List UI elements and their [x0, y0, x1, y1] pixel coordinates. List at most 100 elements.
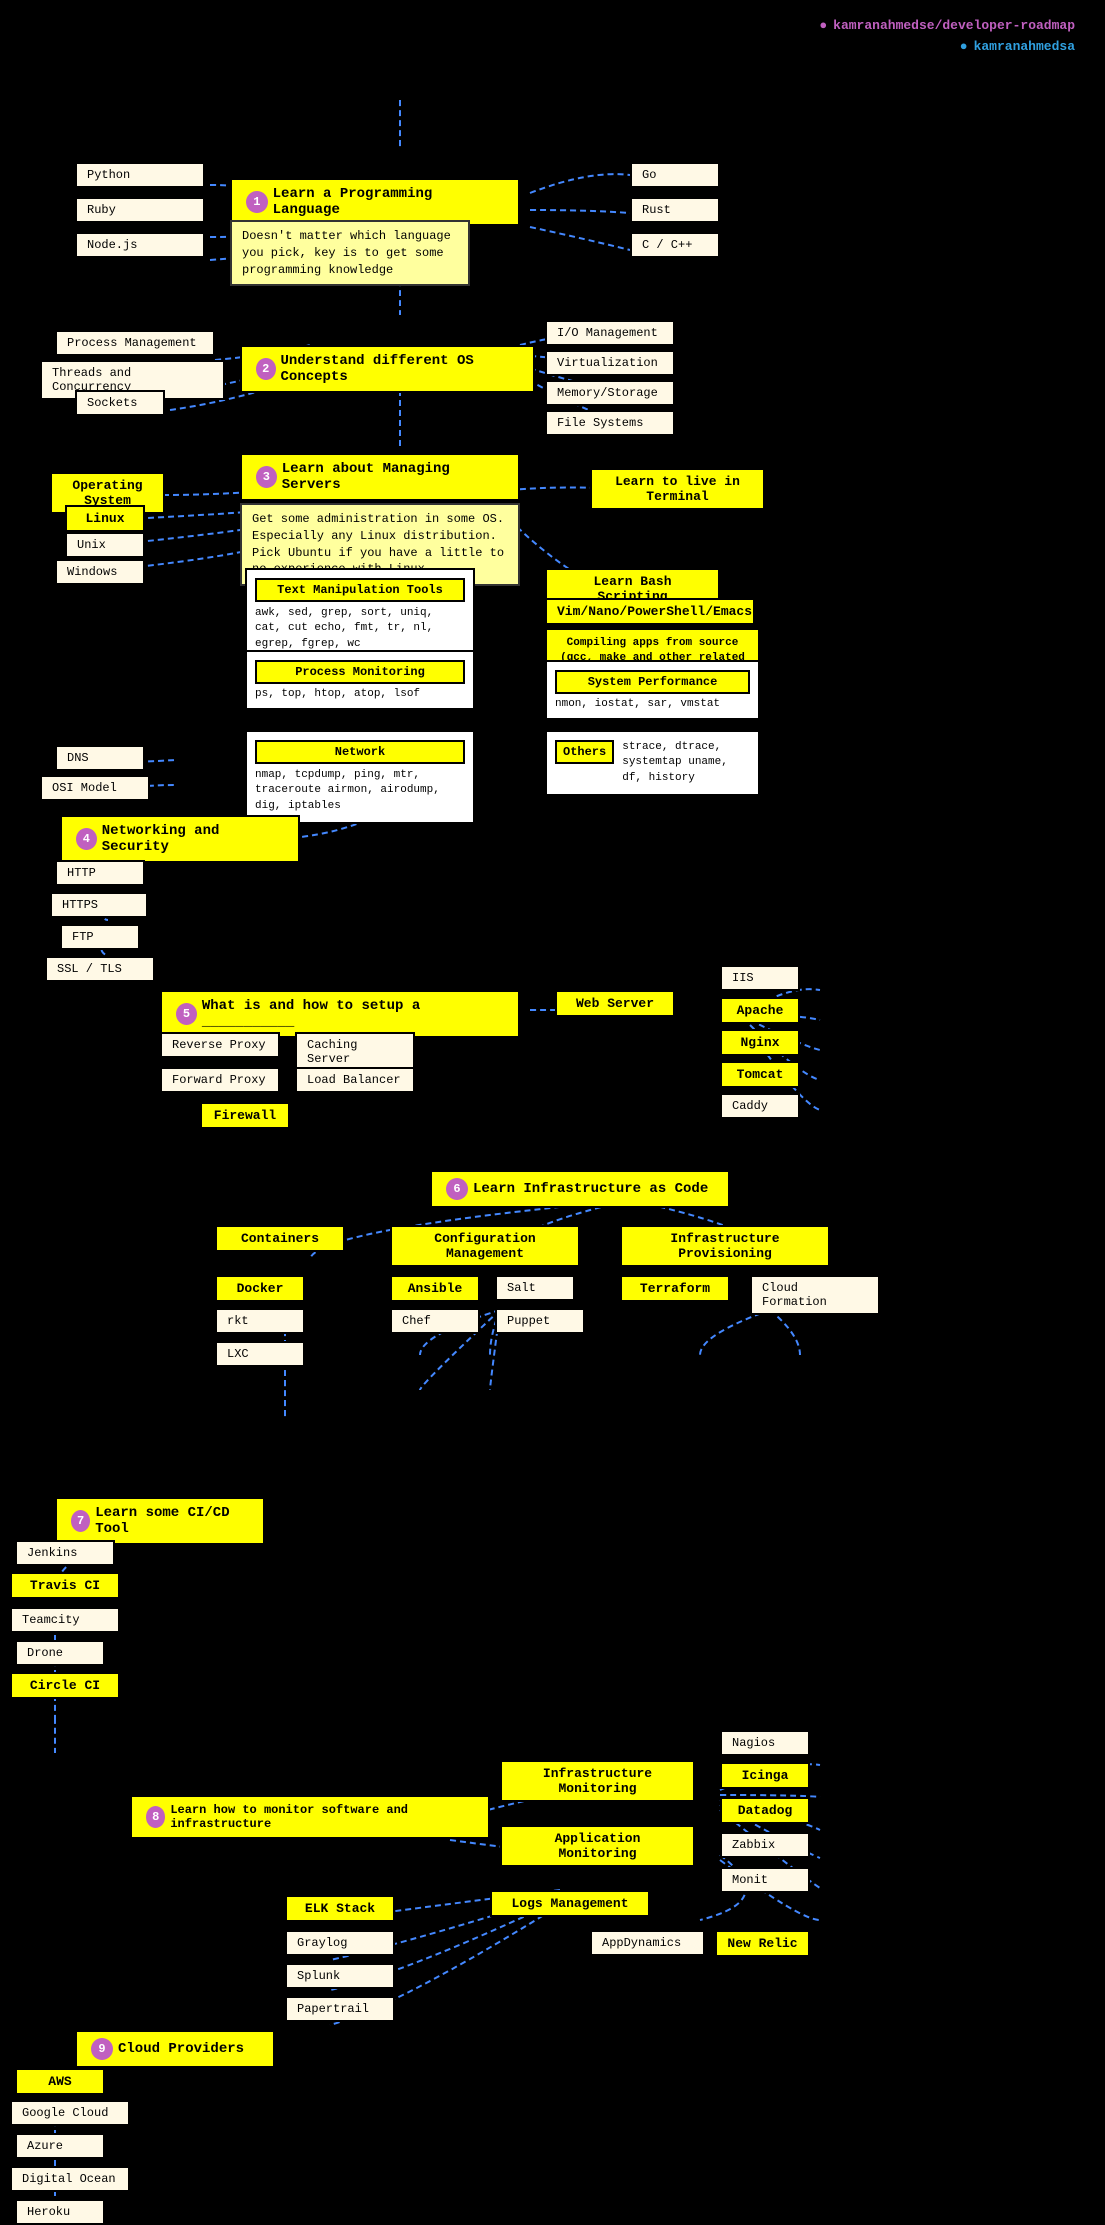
splunk-node: Splunk: [285, 1963, 395, 1989]
sys-perf-desc: nmon, iostat, sar, vmstat: [555, 698, 750, 710]
cpp-node: C / C++: [630, 232, 720, 258]
teamcity-node: Teamcity: [10, 1607, 120, 1633]
linux-node: Linux: [65, 505, 145, 532]
step9-main: 9 Cloud Providers: [75, 2030, 275, 2068]
circleci-node: Circle CI: [10, 1672, 120, 1699]
others-desc: strace, dtrace, systemtap uname, df, his…: [622, 740, 750, 786]
virtualization-node: Virtualization: [545, 350, 675, 376]
logs-mgmt-node: Logs Management: [490, 1890, 650, 1917]
terminal-node: Learn to live in Terminal: [590, 468, 765, 510]
step5-num: 5: [176, 1003, 197, 1025]
ftp-node: FTP: [60, 924, 140, 950]
network-desc: nmap, tcpdump, ping, mtr, traceroute air…: [255, 768, 465, 814]
apache-node: Apache: [720, 997, 800, 1024]
icinga-node: Icinga: [720, 1762, 810, 1789]
monit-node: Monit: [720, 1867, 810, 1893]
others-box: Others strace, dtrace, systemtap uname, …: [545, 730, 760, 796]
step2-num: 2: [256, 358, 276, 380]
config-mgmt-node: Configuration Management: [390, 1225, 580, 1267]
step2-main: 2 Understand different OS Concepts: [240, 345, 535, 393]
step3-main: 3 Learn about Managing Servers: [240, 453, 520, 501]
google-cloud-node: Google Cloud: [10, 2100, 130, 2126]
github-icon: ●: [819, 18, 827, 33]
appdynamics-node: AppDynamics: [590, 1930, 705, 1956]
step1-main: 1 Learn a Programming Language: [230, 178, 520, 226]
caching-node: Caching Server: [295, 1032, 415, 1072]
rust-node: Rust: [630, 197, 720, 223]
firewall-node: Firewall: [200, 1102, 290, 1129]
newrelic-node: New Relic: [715, 1930, 810, 1957]
step1-num: 1: [246, 191, 268, 213]
header-links: ● kamranahmedse/developer-roadmap ● kamr…: [819, 18, 1075, 60]
nagios-node: Nagios: [720, 1730, 810, 1756]
sys-perf-title: System Performance: [555, 670, 750, 694]
proc-mon-box: Process Monitoring ps, top, htop, atop, …: [245, 650, 475, 710]
memory-node: Memory/Storage: [545, 380, 675, 406]
sys-perf-box: System Performance nmon, iostat, sar, vm…: [545, 660, 760, 720]
aws-node: AWS: [15, 2068, 105, 2095]
step3-container: 3 Learn about Managing Servers Get some …: [240, 453, 520, 586]
process-mgmt-node: Process Management: [55, 330, 215, 356]
http-node: HTTP: [55, 860, 145, 886]
zabbix-node: Zabbix: [720, 1832, 810, 1858]
step4-main: 4 Networking and Security: [60, 815, 300, 863]
papertrail-node: Papertrail: [285, 1996, 395, 2022]
io-mgmt-node: I/O Management: [545, 320, 675, 346]
github-text: kamranahmedse/developer-roadmap: [833, 18, 1075, 33]
containers-node: Containers: [215, 1225, 345, 1252]
chef-node: Chef: [390, 1308, 480, 1334]
infra-mon-node: Infrastructure Monitoring: [500, 1760, 695, 1802]
ansible-node: Ansible: [390, 1275, 480, 1302]
twitter-text: kamranahmedsa: [974, 39, 1075, 54]
graylog-node: Graylog: [285, 1930, 395, 1956]
dns-node: DNS: [55, 745, 145, 771]
step5-main: 5 What is and how to setup a ___________: [160, 990, 520, 1038]
docker-node: Docker: [215, 1275, 305, 1302]
travis-node: Travis CI: [10, 1572, 120, 1599]
terraform-node: Terraform: [620, 1275, 730, 1302]
rev-proxy-node: Reverse Proxy: [160, 1032, 280, 1058]
twitter-icon: ●: [960, 39, 968, 54]
ssl-node: SSL / TLS: [45, 956, 155, 982]
app-mon-node: Application Monitoring: [500, 1825, 695, 1867]
step6-main: 6 Learn Infrastructure as Code: [430, 1170, 730, 1208]
lb-node: Load Balancer: [295, 1067, 415, 1093]
step4-num: 4: [76, 828, 97, 850]
proc-mon-title: Process Monitoring: [255, 660, 465, 684]
infra-prov-node: Infrastructure Provisioning: [620, 1225, 830, 1267]
step1-desc: Doesn't matter which language you pick, …: [230, 220, 470, 286]
step9-num: 9: [91, 2038, 113, 2060]
datadog-node: Datadog: [720, 1797, 810, 1824]
ruby-node: Ruby: [75, 197, 205, 223]
go-node: Go: [630, 162, 720, 188]
step8-num: 8: [146, 1806, 165, 1828]
windows-node: Windows: [55, 559, 145, 585]
text-tools-desc: awk, sed, grep, sort, uniq, cat, cut ech…: [255, 606, 465, 652]
step3-num: 3: [256, 466, 277, 488]
step6-num: 6: [446, 1178, 468, 1200]
jenkins-node: Jenkins: [15, 1540, 115, 1566]
lxc-node: LXC: [215, 1341, 305, 1367]
step8-main: 8 Learn how to monitor software and infr…: [130, 1795, 490, 1839]
salt-node: Salt: [495, 1275, 575, 1301]
azure-node: Azure: [15, 2133, 105, 2159]
text-tools-box: Text Manipulation Tools awk, sed, grep, …: [245, 568, 475, 662]
puppet-node: Puppet: [495, 1308, 585, 1334]
osi-node: OSI Model: [40, 775, 150, 801]
web-server-node: Web Server: [555, 990, 675, 1017]
cloudformation-node: Cloud Formation: [750, 1275, 880, 1315]
https-node: HTTPS: [50, 892, 148, 918]
python-node: Python: [75, 162, 205, 188]
rkt-node: rkt: [215, 1308, 305, 1334]
unix-node: Unix: [65, 532, 145, 558]
text-tools-title: Text Manipulation Tools: [255, 578, 465, 602]
network-title: Network: [255, 740, 465, 764]
fwd-proxy-node: Forward Proxy: [160, 1067, 280, 1093]
network-box: Network nmap, tcpdump, ping, mtr, tracer…: [245, 730, 475, 824]
heroku-node: Heroku: [15, 2199, 105, 2225]
sockets-node: Sockets: [75, 390, 165, 416]
others-title: Others: [555, 740, 614, 764]
elk-node: ELK Stack: [285, 1895, 395, 1922]
iis-node: IIS: [720, 965, 800, 991]
digital-ocean-node: Digital Ocean: [10, 2166, 130, 2192]
